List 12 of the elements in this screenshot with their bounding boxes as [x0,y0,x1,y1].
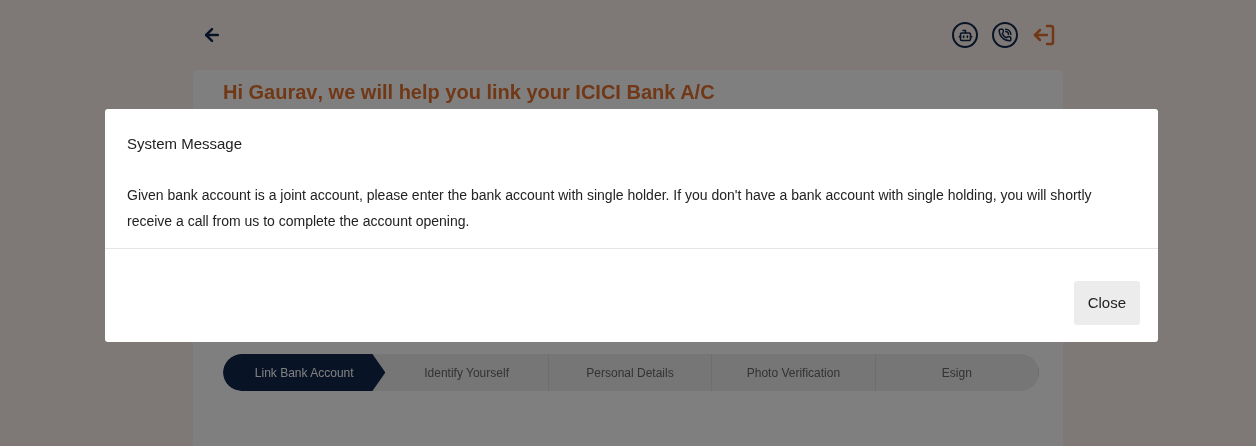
close-button[interactable]: Close [1073,281,1140,326]
back-arrow-icon[interactable] [202,25,222,45]
step-tab[interactable]: Photo Verification [712,354,876,391]
step-tab[interactable]: Link Bank Account [223,354,386,391]
chatbot-icon[interactable] [952,22,978,48]
dialog-message: Given bank account is a joint account, please enter the bank account with single holder. If you don't have a bank account with single holding, you will shortly receive a call from us to complete the account opening. [126,185,1093,231]
phone-call-icon[interactable] [992,22,1018,48]
greeting-heading: Hi Gaurav, we will help you link your ICICI Bank A/C [223,80,716,104]
step-tab[interactable]: Identify Yourself [385,354,549,391]
dialog-title: System Message [126,134,244,154]
step-tab[interactable]: Esign [875,354,1039,391]
step-tab[interactable]: Personal Details [548,354,713,391]
